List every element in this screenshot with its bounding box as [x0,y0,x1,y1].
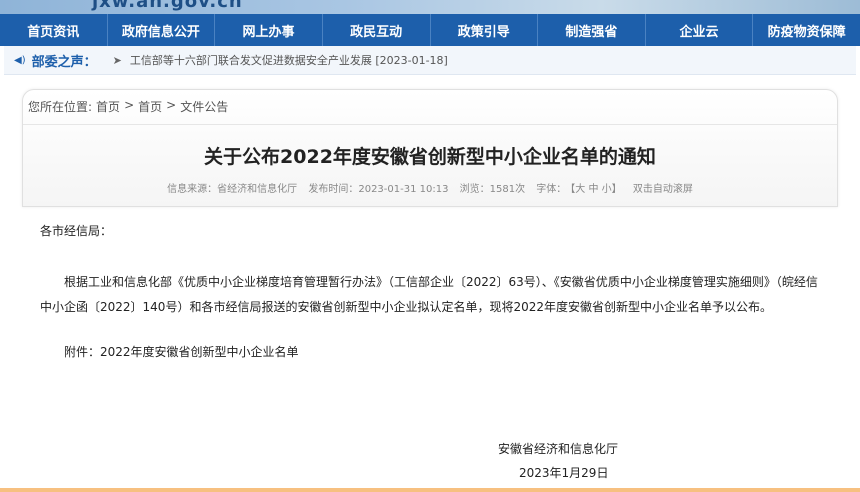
article-meta: 信息来源：省经济和信息化厅 发布时间：2023-01-31 10:13 浏览：1… [23,180,837,195]
font-size-switcher[interactable]: 【大 中 小】 [570,184,621,195]
article-source: 信息来源：省经济和信息化厅 [167,184,298,195]
nav-item-online-service[interactable]: 网上办事 [215,14,323,46]
nav-item-interaction[interactable]: 政民互动 [323,14,431,46]
bottom-strip [0,488,860,492]
speaker-icon: ◀) [14,54,26,66]
article-publish-time: 发布时间：2023-01-31 10:13 [308,184,449,195]
site-domain-logo: jxw.ah.gov.cn [92,0,243,12]
arrow-right-icon: ➤ [112,53,122,67]
signature-date: 2023年1月29日 [519,466,609,480]
nav-item-gov-info[interactable]: 政府信息公开 [108,14,216,46]
signature-org: 安徽省经济和信息化厅 [498,442,619,456]
article-title: 关于公布2022年度安徽省创新型中小企业名单的通知 [204,146,656,168]
nav-item-epidemic-supplies[interactable]: 防疫物资保障 [753,14,860,46]
breadcrumb-item-home[interactable]: 首页 [96,98,120,115]
article-views: 浏览：1581次 [459,184,526,195]
breadcrumb: 您所在位置: 首页 > 首页 > 文件公告 [28,98,228,115]
top-banner: jxw.ah.gov.cn [0,0,860,14]
nav-item-manufacturing[interactable]: 制造强省 [538,14,646,46]
breadcrumb-item-announcements[interactable]: 文件公告 [180,98,228,115]
main-nav: 首页资讯 政府信息公开 网上办事 政民互动 政策引导 制造强省 企业云 防疫物资… [0,14,860,46]
article-header-box: 您所在位置: 首页 > 首页 > 文件公告 关于公布2022年度安徽省创新型中小… [22,89,838,207]
notice-bar: ◀) 部委之声： ➤ 工信部等十六部门联合发文促进数据安全产业发展 [2023-… [4,46,856,75]
auto-scroll-hint: 双击自动滚屏 [632,184,693,195]
salutation: 各市经信局： [40,224,113,238]
font-size-label: 字体： [536,184,567,195]
article-body-paragraph: 根据工业和信息化部《优质中小企业梯度培育管理暂行办法》（工信部企业〔2022〕6… [40,275,818,314]
breadcrumb-separator: > [124,98,135,112]
notice-label: 部委之声： [31,54,97,70]
attachment-link[interactable]: 附件：2022年度安徽省创新型中小企业名单 [64,343,299,360]
notice-link[interactable]: 工信部等十六部门联合发文促进数据安全产业发展 [2023-01-18] [130,52,448,68]
nav-item-policy[interactable]: 政策引导 [431,14,539,46]
breadcrumb-item-home-2[interactable]: 首页 [138,98,162,115]
breadcrumb-divider [23,124,837,125]
breadcrumb-prefix: 您所在位置: [28,100,93,114]
nav-item-home-news[interactable]: 首页资讯 [0,14,108,46]
nav-item-enterprise-cloud[interactable]: 企业云 [646,14,754,46]
breadcrumb-separator: > [166,98,177,112]
